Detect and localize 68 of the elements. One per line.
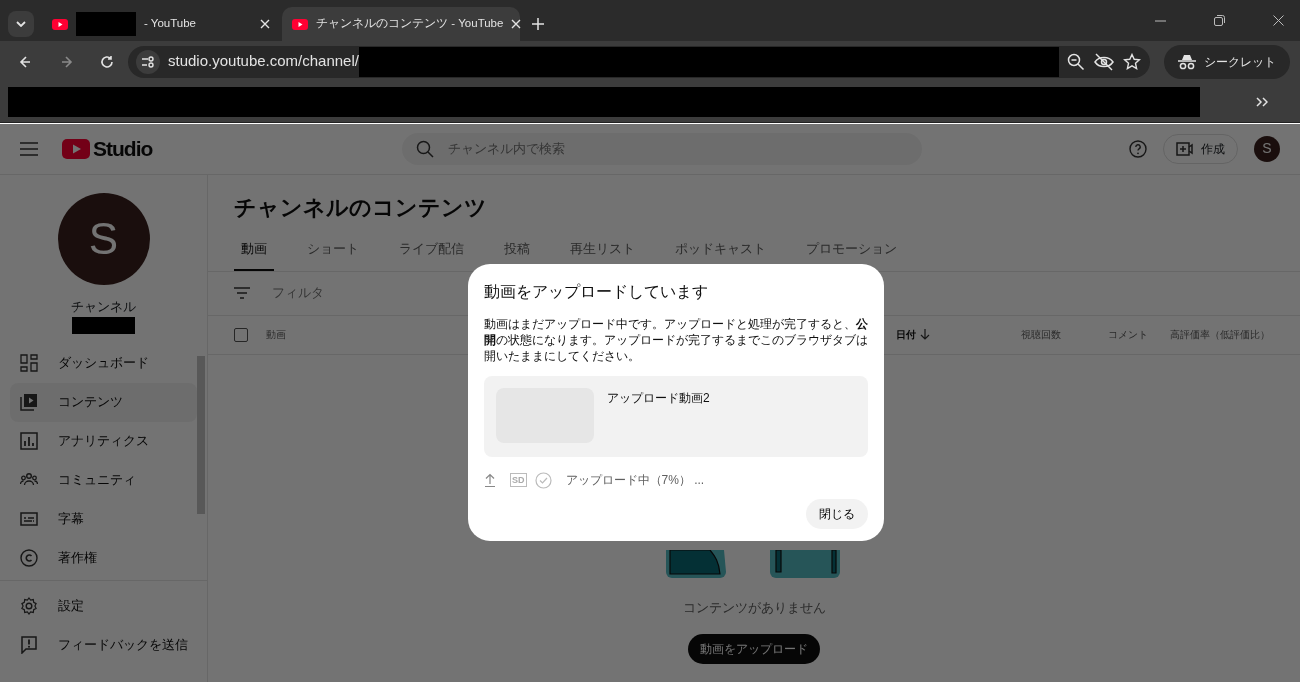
add-video-icon bbox=[1176, 141, 1193, 156]
column-header[interactable]: 高評価率（低評価比） bbox=[1170, 327, 1270, 342]
sidebar-item[interactable]: コミュニティ bbox=[10, 460, 197, 500]
chevrons-icon[interactable] bbox=[1256, 97, 1268, 107]
dialog-message: 動画はまだアップロード中です。アップロードと処理が完了すると、公開の状態になります。アップロードが完了するまでこのブラウザタブは開いたままにしてください。 bbox=[484, 316, 868, 364]
column-header[interactable]: コメント bbox=[1108, 327, 1148, 342]
incognito-button[interactable]: シークレット bbox=[1164, 44, 1290, 79]
browser-tab[interactable]: チャンネルのコンテンツ - YouTube bbox=[282, 7, 520, 41]
menu-icon[interactable] bbox=[20, 141, 38, 156]
close-icon[interactable] bbox=[511, 19, 522, 29]
search-icon bbox=[416, 139, 435, 158]
content-tab[interactable]: ライブ配信 bbox=[392, 231, 471, 271]
sidebar-item[interactable]: 設定 bbox=[10, 586, 197, 626]
sidebar-item[interactable]: 著作権 bbox=[10, 538, 197, 578]
channel-label: チャンネル bbox=[70, 298, 137, 316]
empty-message: コンテンツがありません bbox=[682, 598, 826, 617]
close-button[interactable]: 閉じる bbox=[806, 499, 868, 529]
youtube-icon bbox=[292, 18, 308, 30]
youtube-logo-icon[interactable] bbox=[62, 138, 90, 159]
tab-list-button[interactable] bbox=[8, 11, 34, 37]
column-header[interactable]: 動画 bbox=[266, 327, 286, 342]
chevron-down-icon bbox=[16, 21, 26, 27]
sidebar-item[interactable]: アナリティクス bbox=[10, 421, 197, 461]
upload-icon bbox=[484, 473, 496, 487]
subtitles-icon bbox=[20, 510, 38, 528]
scrollbar[interactable] bbox=[197, 355, 205, 514]
youtube-icon bbox=[52, 18, 68, 30]
new-tab-icon[interactable] bbox=[532, 18, 544, 30]
bar-chart-icon bbox=[20, 432, 38, 450]
tab-title: チャンネルのコンテンツ - YouTube bbox=[316, 17, 504, 30]
feedback-icon bbox=[20, 636, 38, 654]
column-header[interactable]: 日付 bbox=[896, 327, 930, 342]
eye-off-icon[interactable] bbox=[1092, 52, 1115, 71]
check-circle-icon bbox=[534, 471, 552, 489]
address-bar[interactable]: studio.youtube.com/channel/ bbox=[128, 45, 1150, 78]
file-name: アップロード動画2 bbox=[607, 390, 710, 407]
star-icon[interactable] bbox=[1122, 52, 1141, 71]
settings-icon bbox=[20, 597, 38, 615]
tab-title: - YouTube bbox=[144, 17, 196, 30]
sidebar-item[interactable]: コンテンツ bbox=[10, 382, 197, 422]
channel-avatar[interactable]: S bbox=[57, 193, 150, 285]
browser-tab[interactable]: - YouTube bbox=[42, 7, 280, 41]
dashboard-icon bbox=[20, 354, 38, 372]
page-title: チャンネルのコンテンツ bbox=[233, 194, 488, 222]
incognito-icon bbox=[1178, 53, 1196, 70]
close-icon[interactable] bbox=[1273, 15, 1284, 26]
sort-down-icon bbox=[920, 329, 930, 340]
copyright-icon bbox=[20, 549, 38, 567]
dialog-title: 動画をアップロードしています bbox=[484, 282, 709, 302]
avatar[interactable]: S bbox=[1254, 135, 1280, 162]
help-icon[interactable] bbox=[1129, 139, 1147, 158]
filter-icon[interactable] bbox=[234, 287, 250, 299]
content-tab[interactable]: 動画 bbox=[234, 231, 274, 271]
close-icon[interactable] bbox=[260, 19, 270, 29]
sidebar-item[interactable]: ダッシュボード bbox=[10, 343, 197, 383]
video-library-icon bbox=[20, 393, 38, 411]
tune-icon bbox=[136, 49, 160, 74]
sd-badge: SD bbox=[510, 473, 527, 487]
upload-button[interactable]: 動画をアップロード bbox=[688, 634, 820, 664]
upload-status: アップロード中（7%） ... bbox=[565, 472, 705, 489]
sidebar-item[interactable]: 字幕 bbox=[10, 499, 197, 539]
restore-icon[interactable] bbox=[1214, 15, 1225, 26]
column-header[interactable]: 視聴回数 bbox=[1021, 327, 1061, 342]
checkbox[interactable] bbox=[234, 327, 248, 342]
zoom-out-icon[interactable] bbox=[1066, 52, 1085, 71]
sidebar-item[interactable]: フィードバックを送信 bbox=[10, 625, 197, 665]
logo-text: Studio bbox=[93, 135, 153, 162]
url-text: studio.youtube.com/channel/ bbox=[168, 51, 359, 72]
